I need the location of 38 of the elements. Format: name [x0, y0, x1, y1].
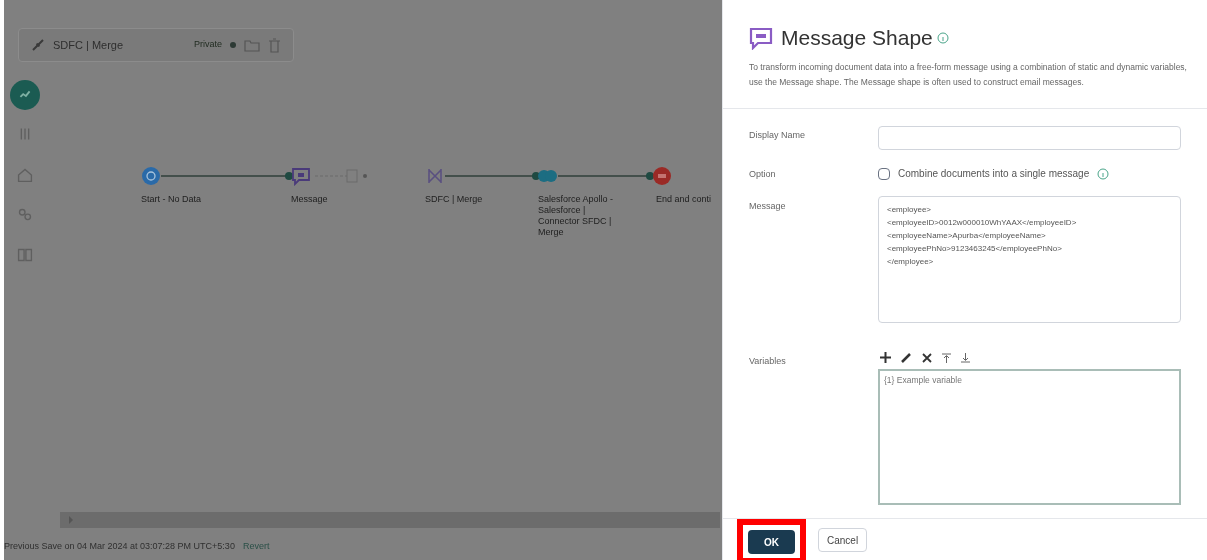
horizontal-scrollbar[interactable] — [60, 512, 720, 528]
message-icon[interactable] — [291, 166, 311, 186]
dashed-connector — [314, 169, 367, 183]
map-icon[interactable] — [425, 166, 445, 186]
start-circle-icon[interactable] — [141, 166, 161, 186]
save-status-text: Previous Save on 04 Mar 2024 at 03:07:28 PM UTC+5:30 — [4, 540, 235, 553]
move-up-icon[interactable] — [942, 352, 951, 363]
variable-item[interactable]: {1} Example variable — [884, 373, 1175, 387]
field-label: Display Name — [749, 128, 807, 142]
info-icon[interactable] — [936, 31, 949, 44]
variables-list[interactable]: {1} Example variable — [878, 368, 1181, 505]
message-field[interactable]: <employee> <employeeID>0012w000010WhYAAX</employeeID> <employeeName>Apurba</employeeName> <employeePhNo>9123463245</employeePhNo> </employee> — [878, 195, 1181, 323]
checkbox[interactable] — [878, 167, 890, 180]
cancel-button[interactable]: Cancel — [818, 528, 868, 553]
checkbox-label: Combine documents into a single message — [898, 167, 1090, 181]
node-label: Salesforce Apollo - Salesforce | Connector SFDC | Merge — [538, 194, 615, 238]
status-label: Private — [194, 38, 222, 52]
process-title: SDFC | Merge — [53, 37, 124, 53]
node-label: SDFC | Merge — [425, 194, 484, 205]
node-label: Start - No Data — [141, 194, 203, 205]
display-name-field[interactable] — [878, 126, 1181, 150]
field-label: Variables — [749, 354, 787, 368]
ok-button[interactable]: OK — [748, 530, 795, 555]
folder-icon[interactable] — [244, 38, 260, 52]
info-icon[interactable] — [1097, 167, 1110, 180]
node-label: Message — [291, 194, 329, 205]
add-icon[interactable] — [880, 352, 891, 363]
message-icon — [749, 25, 773, 50]
connector-icon — [31, 38, 45, 52]
panel-description: To transform incoming document data into a free-form message using a combination of static and dynamic variables, use the Message shape. The Message shape is often used to construct email messages. — [749, 60, 1188, 89]
stop-circle-icon[interactable] — [652, 166, 672, 186]
move-down-icon[interactable] — [961, 352, 970, 363]
edit-icon[interactable] — [901, 352, 912, 363]
field-label: Option — [749, 168, 777, 181]
node-label: End and conti — [656, 194, 712, 205]
delete-icon[interactable] — [922, 352, 932, 363]
panel-title: Message Shape — [781, 25, 933, 51]
field-label: Message — [749, 199, 787, 213]
